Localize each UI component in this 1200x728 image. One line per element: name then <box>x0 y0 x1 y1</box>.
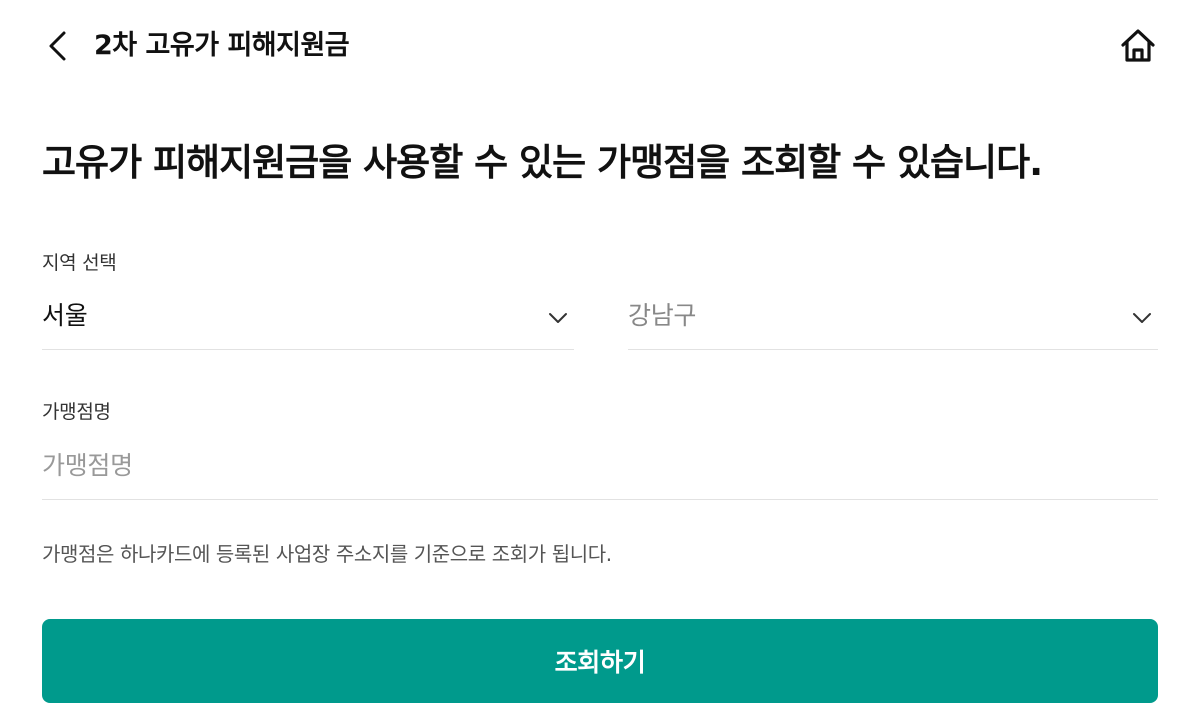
region-select-label: 지역 선택 <box>42 252 117 274</box>
search-notice-text: 가맹점은 하나카드에 등록된 사업장 주소지를 기준으로 조회가 됩니다. <box>42 542 612 566</box>
page-headline: 고유가 피해지원금을 사용할 수 있는 가맹점을 조회할 수 있습니다. <box>42 141 1043 184</box>
store-name-field-container <box>42 438 1158 500</box>
city-select[interactable]: 서울 <box>42 290 574 350</box>
search-button[interactable]: 조회하기 <box>42 619 1158 703</box>
chevron-down-icon <box>1133 313 1151 323</box>
store-name-label: 가맹점명 <box>42 401 111 423</box>
home-icon <box>1121 29 1155 62</box>
store-name-input[interactable] <box>42 442 1158 488</box>
district-select-value: 강남구 <box>628 301 697 330</box>
chevron-left-icon <box>49 31 66 61</box>
chevron-down-icon <box>549 313 567 323</box>
back-button[interactable] <box>40 28 76 64</box>
district-select[interactable]: 강남구 <box>628 290 1158 350</box>
top-app-bar: 2차 고유가 피해지원금 <box>0 0 1200 92</box>
city-select-value: 서울 <box>42 301 88 330</box>
home-button[interactable] <box>1116 24 1160 68</box>
page-title: 2차 고유가 피해지원금 <box>94 30 350 61</box>
